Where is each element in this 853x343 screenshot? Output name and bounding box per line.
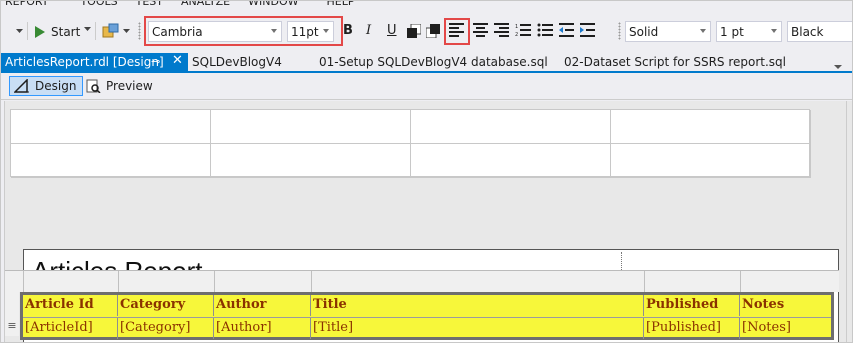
tablix[interactable]: Article Id Category Author Title Publish… xyxy=(20,292,834,340)
font-size-value: 11pt xyxy=(291,24,319,39)
decrease-indent-icon[interactable] xyxy=(559,23,575,37)
tab-preview[interactable]: Preview xyxy=(81,76,159,96)
start-dropdown-icon[interactable] xyxy=(84,27,91,32)
preview-icon xyxy=(86,79,101,93)
header-cell[interactable] xyxy=(611,144,811,178)
tab-dataset-script[interactable]: 02-Dataset Script for SSRS report.sql xyxy=(564,53,786,71)
header-cell[interactable] xyxy=(11,144,211,178)
column-handle[interactable] xyxy=(312,271,645,293)
header-cell[interactable] xyxy=(611,110,811,144)
border-width-select[interactable]: 1 pt xyxy=(716,21,782,42)
header-cell-notes[interactable]: Notes xyxy=(740,295,831,316)
tab-setup-sql[interactable]: 01-Setup SQLDevBlogV4 database.sql xyxy=(319,53,548,71)
header-cell[interactable] xyxy=(411,144,611,178)
menu-window[interactable]: WINDOW xyxy=(236,1,304,11)
menu-help[interactable]: HELP xyxy=(305,1,361,11)
attach-dropdown-icon[interactable] xyxy=(123,29,130,34)
increase-indent-icon[interactable] xyxy=(580,23,596,37)
background-color-icon[interactable] xyxy=(426,24,440,38)
border-width-value: 1 pt xyxy=(720,24,744,39)
close-icon[interactable]: ✕ xyxy=(172,53,183,68)
bulleted-list-icon[interactable] xyxy=(537,23,553,37)
chevron-down-icon xyxy=(323,29,329,33)
header-cell[interactable] xyxy=(211,110,411,144)
vertical-scrollbar[interactable] xyxy=(846,101,852,342)
tab-label: SQLDevBlogV4 xyxy=(192,55,282,69)
border-style-select[interactable]: Solid xyxy=(625,21,711,42)
header-cell[interactable] xyxy=(211,144,411,178)
column-handle[interactable] xyxy=(119,271,215,293)
detail-cell-article-id[interactable]: [ArticleId] xyxy=(23,318,118,339)
toolbar: Start Cambria 11pt B I U 1 2 Solid 1 pt … xyxy=(1,15,852,49)
tab-design[interactable]: Design xyxy=(9,76,84,96)
menu-tools[interactable]: TOOLS xyxy=(54,1,123,11)
font-size-select[interactable]: 11pt xyxy=(287,21,334,42)
preview-label: Preview xyxy=(106,79,153,93)
underline-button[interactable]: U xyxy=(387,23,397,38)
header-cell-published[interactable]: Published xyxy=(644,295,740,316)
align-left-icon[interactable] xyxy=(449,23,465,37)
align-right-icon[interactable] xyxy=(494,23,510,37)
header-cell-category[interactable]: Category xyxy=(118,295,214,316)
column-handle[interactable] xyxy=(24,271,119,293)
font-family-select[interactable]: Cambria xyxy=(148,21,282,42)
chevron-down-icon xyxy=(271,29,277,33)
menu-test[interactable]: TEST xyxy=(124,1,169,11)
font-family-value: Cambria xyxy=(152,24,203,39)
column-handle[interactable] xyxy=(215,271,312,293)
view-tabs: Design Preview xyxy=(1,73,852,100)
page-width-guide xyxy=(621,252,622,272)
tab-label: 01-Setup SQLDevBlogV4 database.sql xyxy=(319,55,548,69)
numbered-list-icon[interactable]: 12 xyxy=(515,23,531,37)
menu-analyze[interactable]: ANALYZE xyxy=(169,1,236,11)
column-handle[interactable] xyxy=(5,271,24,293)
detail-cell-author[interactable]: [Author] xyxy=(214,318,311,339)
detail-cell-notes[interactable]: [Notes] xyxy=(740,318,831,339)
column-handle[interactable] xyxy=(645,271,741,293)
start-button[interactable]: Start xyxy=(35,23,80,41)
tab-label: ArticlesReport.rdl [Design] xyxy=(5,55,164,69)
vs-window: REPORT TOOLS TEST ANALYZE WINDOW HELP St… xyxy=(0,0,853,343)
svg-text:1: 1 xyxy=(515,24,518,30)
pin-icon[interactable]: ⊸ xyxy=(151,55,160,68)
chevron-down-icon xyxy=(771,29,777,33)
tablix-detail-row: [ArticleId] [Category] [Author] [Title] … xyxy=(23,317,831,339)
play-icon xyxy=(35,26,45,38)
header-cell-author[interactable]: Author xyxy=(214,295,311,316)
document-tab-bar: ArticlesReport.rdl [Design] ⊸ ✕ SQLDevBl… xyxy=(1,53,852,71)
svg-text:2: 2 xyxy=(515,32,518,37)
menu-bar: REPORT TOOLS TEST ANALYZE WINDOW HELP xyxy=(1,1,852,11)
border-color-value: Black xyxy=(791,24,824,39)
tablix-column-handles xyxy=(5,270,839,293)
detail-cell-title[interactable]: [Title] xyxy=(311,318,644,339)
align-center-icon[interactable] xyxy=(473,23,489,37)
chevron-down-icon xyxy=(700,29,706,33)
header-cell[interactable] xyxy=(11,110,211,144)
details-group-icon[interactable]: ≡ xyxy=(5,314,19,336)
design-icon xyxy=(14,79,29,93)
border-color-select[interactable]: Black xyxy=(787,21,852,42)
border-style-value: Solid xyxy=(629,24,659,39)
font-color-icon[interactable] xyxy=(407,24,421,38)
start-label: Start xyxy=(51,25,81,39)
tab-label: 02-Dataset Script for SSRS report.sql xyxy=(564,55,787,69)
header-cell-article-id[interactable]: Article Id xyxy=(23,295,118,316)
header-cell[interactable] xyxy=(411,110,611,144)
tablix-header-row: Article Id Category Author Title Publish… xyxy=(23,295,831,316)
attach-icon[interactable] xyxy=(102,23,120,39)
tab-sqldevblog[interactable]: SQLDevBlogV4 xyxy=(192,53,282,71)
detail-cell-published[interactable]: [Published] xyxy=(644,318,740,339)
detail-cell-category[interactable]: [Category] xyxy=(118,318,214,339)
menu-report[interactable]: REPORT xyxy=(1,1,54,11)
italic-button[interactable]: I xyxy=(366,23,371,38)
dropdown-chevron-icon[interactable] xyxy=(15,26,23,36)
row-handle[interactable] xyxy=(5,292,19,314)
header-cell-title[interactable]: Title xyxy=(311,295,644,316)
bold-button[interactable]: B xyxy=(343,23,353,38)
tab-articles-report[interactable]: ArticlesReport.rdl [Design] ⊸ ✕ xyxy=(1,53,188,71)
page-header-grid[interactable] xyxy=(10,109,811,178)
design-label: Design xyxy=(35,79,77,93)
